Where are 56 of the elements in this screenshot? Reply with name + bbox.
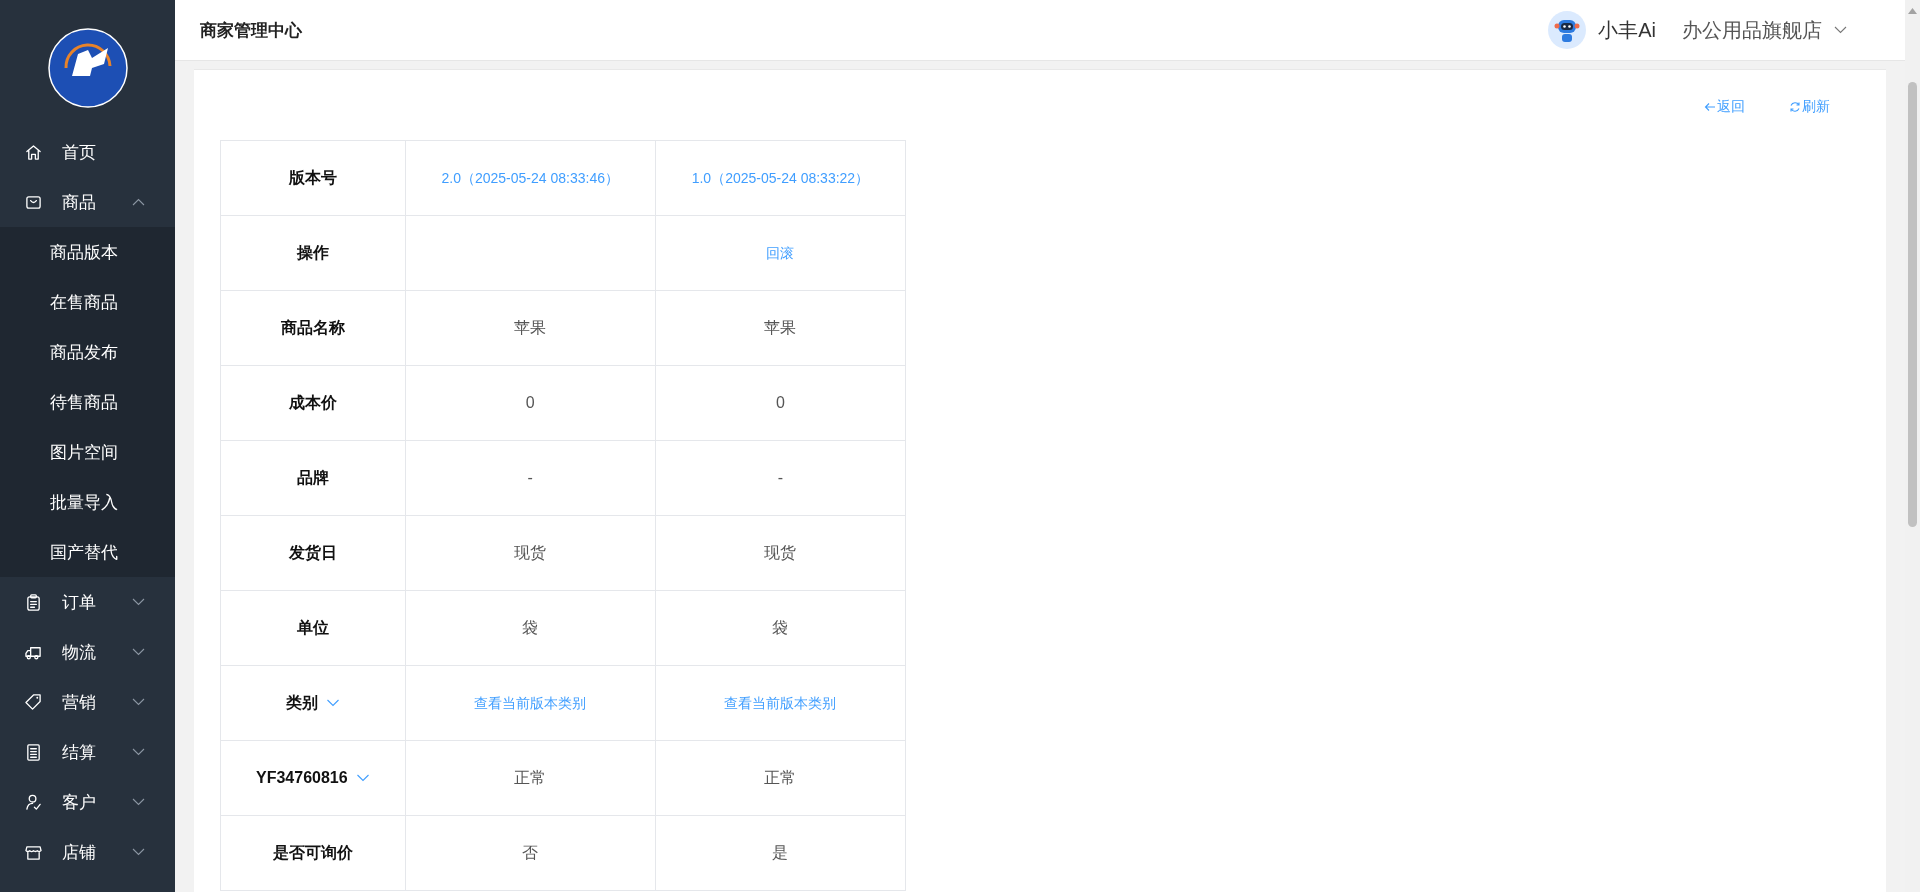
menu-item[interactable]: 物流 <box>0 627 175 677</box>
row-label: 成本价 <box>220 365 406 441</box>
submenu-item[interactable]: 在售商品 <box>0 277 175 327</box>
logo-icon <box>47 27 128 108</box>
chevron-icon <box>1834 26 1847 34</box>
tag-icon <box>25 693 42 711</box>
row-label: 类别 <box>285 692 318 713</box>
home-icon <box>25 143 42 161</box>
table-cell: 正常 <box>405 740 656 816</box>
menu-item[interactable]: 首页 <box>0 127 175 177</box>
menu-item[interactable]: 结算 <box>0 727 175 777</box>
table-cell: 苹果 <box>405 290 656 366</box>
submenu-item[interactable]: 待售商品 <box>0 377 175 427</box>
assistant-link[interactable]: 小丰Ai <box>1598 16 1656 44</box>
receipt-icon <box>25 743 42 761</box>
refresh-icon <box>1789 101 1801 113</box>
menu-item[interactable]: 客户 <box>0 777 175 827</box>
page-title: 商家管理中心 <box>200 19 303 42</box>
submenu-item[interactable]: 国产替代 <box>0 527 175 577</box>
bag-icon <box>25 193 42 211</box>
row-label: 发货日 <box>220 515 406 591</box>
robot-avatar-icon <box>1548 11 1587 49</box>
row-label: 是否可询价 <box>220 815 406 891</box>
table-cell: 是 <box>655 815 906 891</box>
store-icon <box>25 843 42 861</box>
table-cell: 正常 <box>655 740 906 816</box>
row-label: 操作 <box>220 215 406 291</box>
submenu-item[interactable]: 商品版本 <box>0 227 175 277</box>
row-label: 单位 <box>220 590 406 666</box>
menu-item[interactable]: 店铺 <box>0 827 175 877</box>
table-cell: 袋 <box>405 590 656 666</box>
menu-item[interactable]: 商品 <box>0 177 175 227</box>
shop-selector[interactable]: 办公用品旗舰店 <box>1682 16 1822 44</box>
row-label: 品牌 <box>220 440 406 516</box>
arrow-left-icon <box>1704 101 1716 113</box>
row-label: YF34760816 <box>256 769 348 787</box>
table-cell: 袋 <box>655 590 906 666</box>
table-cell: 现货 <box>655 515 906 591</box>
scrollbar-thumb[interactable] <box>1908 82 1917 527</box>
scroll-up-arrow-icon[interactable] <box>1908 8 1917 14</box>
table-cell: 现货 <box>405 515 656 591</box>
person-icon <box>25 793 42 811</box>
table-cell: 0 <box>655 365 906 441</box>
table-cell: 否 <box>405 815 656 891</box>
table-cell: 0 <box>405 365 656 441</box>
table-cell: - <box>405 440 656 516</box>
clipboard-icon <box>25 593 42 611</box>
menu-item[interactable]: 订单 <box>0 577 175 627</box>
row-label: 版本号 <box>220 140 406 216</box>
table-cell: - <box>655 440 906 516</box>
menu-item[interactable]: 营销 <box>0 677 175 727</box>
submenu-item[interactable]: 批量导入 <box>0 477 175 527</box>
row-label: 商品名称 <box>220 290 406 366</box>
submenu-item[interactable]: 商品发布 <box>0 327 175 377</box>
submenu-item[interactable]: 图片空间 <box>0 427 175 477</box>
table-cell: 苹果 <box>655 290 906 366</box>
